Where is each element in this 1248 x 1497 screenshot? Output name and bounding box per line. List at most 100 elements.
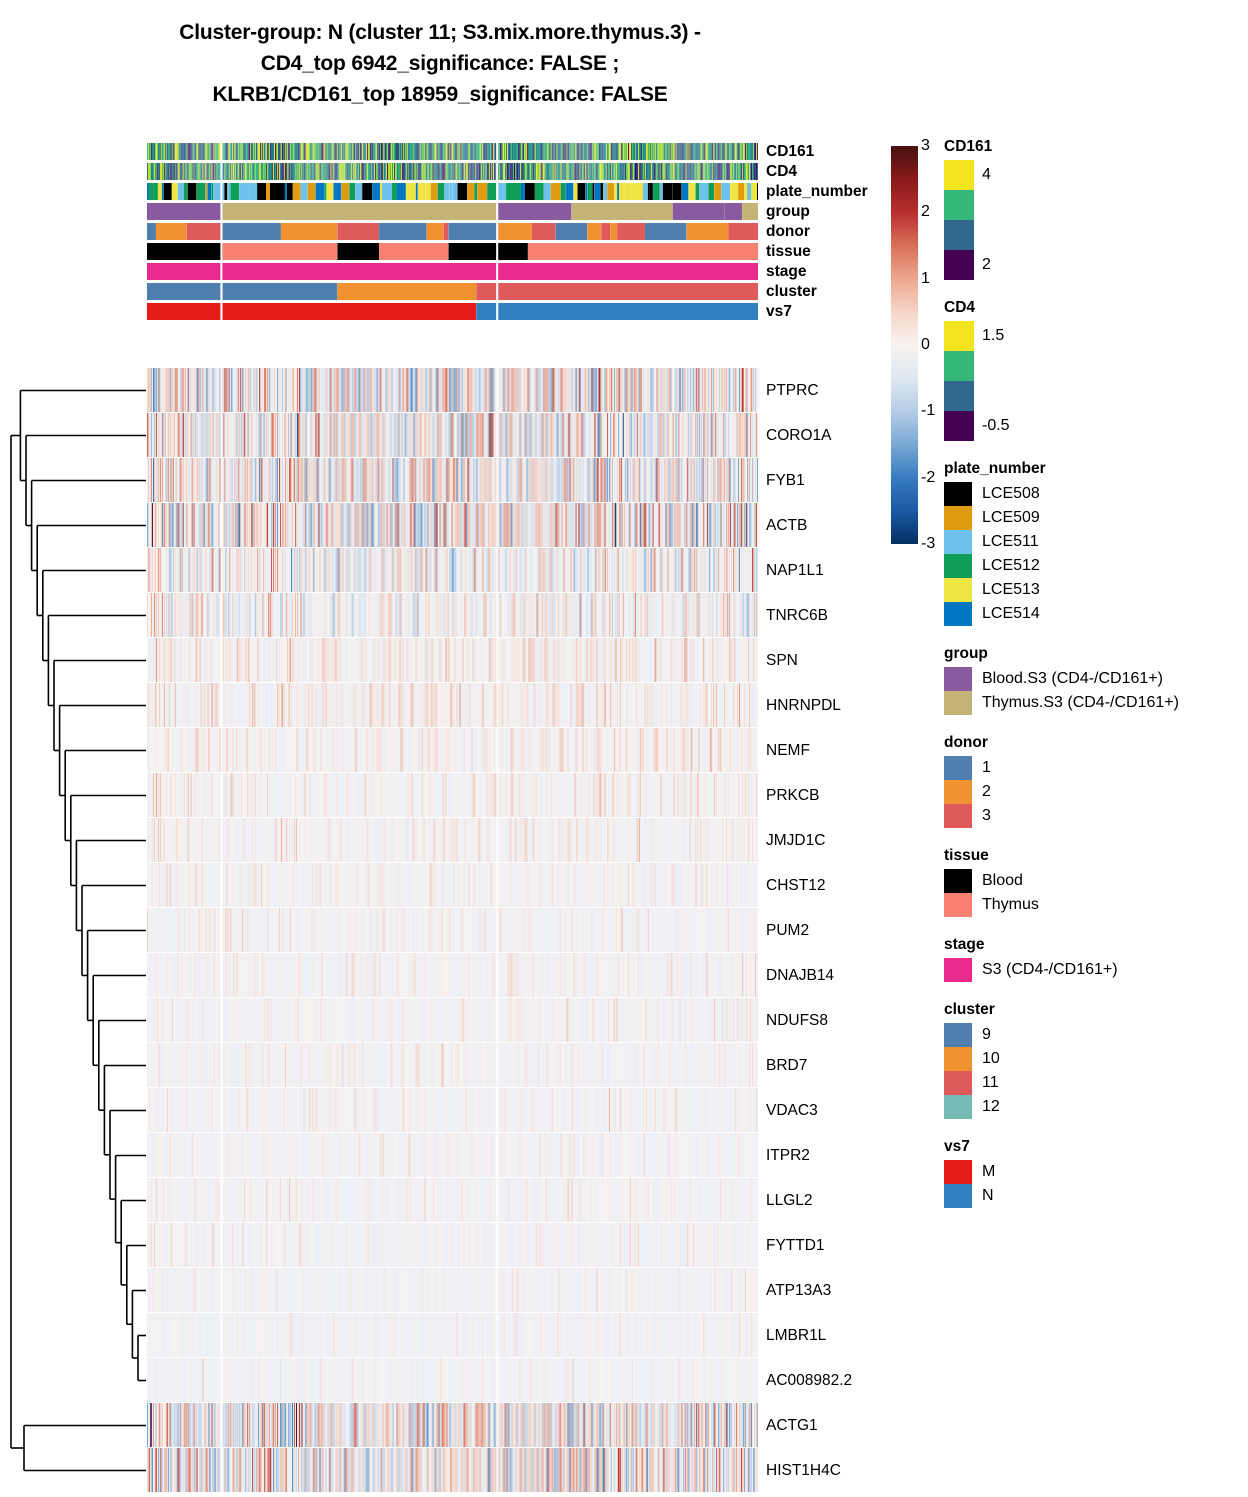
legend-item-label: Thymus.S3 (CD4-/CD161+) <box>982 694 1179 711</box>
legend-item-label: S3 (CD4-/CD161+) <box>982 961 1118 978</box>
legend-swatch <box>944 602 972 626</box>
legend-item: 2 <box>944 780 1244 804</box>
legend-title-plate_number: plate_number <box>944 460 1046 477</box>
legend-swatch <box>944 220 974 250</box>
legend-swatch <box>944 1095 972 1119</box>
heatmap-row-label: TNRC6B <box>766 606 829 624</box>
legend-block-vs7: vs7 M N <box>944 1138 1244 1208</box>
legend-block-donor: donor 1 2 3 <box>944 734 1244 828</box>
annotation-track-label-group: group <box>766 203 810 220</box>
heatmap-row-label: JMJD1C <box>766 831 826 849</box>
legend-title-stage: stage <box>944 936 985 953</box>
heatmap-row-label: DNAJB14 <box>766 966 835 984</box>
legend-swatch <box>944 482 972 506</box>
legend-swatch <box>944 351 974 381</box>
legend-item: 1 <box>944 756 1244 780</box>
colorbar-tick-label: 2 <box>921 203 930 221</box>
legend-title-cluster: cluster <box>944 1001 995 1018</box>
annotation-track-strip-stage <box>147 263 758 280</box>
heatmap-colorbar <box>891 146 918 544</box>
legend-item-label: LCE512 <box>982 557 1040 574</box>
legend-item-label: LCE511 <box>982 533 1039 550</box>
legend-swatch <box>944 756 972 780</box>
legend-item-label: 10 <box>982 1050 1000 1067</box>
heatmap-row-label: SPN <box>766 651 798 669</box>
legend-item-label: LCE513 <box>982 581 1040 598</box>
page-title: Cluster-group: N (cluster 11; S3.mix.mor… <box>0 18 880 111</box>
heatmap-row-label: AC008982.2 <box>766 1371 853 1389</box>
legend-title-vs7: vs7 <box>944 1138 970 1155</box>
legend-title-group: group <box>944 645 988 662</box>
title-line-3: KLRB1/CD161_top 18959_significance: FALS… <box>212 82 668 106</box>
legend-item-label: 3 <box>982 807 991 824</box>
legend-swatch <box>944 1160 972 1184</box>
legend-swatch <box>944 804 972 828</box>
legend-swatch <box>944 250 974 280</box>
colorbar-tick-label: -1 <box>921 402 936 420</box>
annotation-track-label-cluster: cluster <box>766 283 817 300</box>
legend-item: LCE511 <box>944 530 1244 554</box>
heatmap-row-label: BRD7 <box>766 1056 808 1074</box>
legend-item: Blood <box>944 869 1244 893</box>
annotation-track-strip-group <box>147 203 758 220</box>
annotation-track-label-CD4: CD4 <box>766 163 798 180</box>
legend-swatch <box>944 578 972 602</box>
legend-swatch <box>944 321 974 351</box>
legend-item: Blood.S3 (CD4-/CD161+) <box>944 667 1244 691</box>
legend-item: Thymus.S3 (CD4-/CD161+) <box>944 691 1244 715</box>
legend-swatch <box>944 530 972 554</box>
legend-swatch <box>944 691 972 715</box>
heatmap-row-label: PUM2 <box>766 921 810 939</box>
legend-swatch <box>944 780 972 804</box>
legend-title-tissue: tissue <box>944 847 989 864</box>
annotation-track-strip-donor <box>147 223 758 240</box>
legend-swatch <box>944 869 972 893</box>
annotation-track-label-tissue: tissue <box>766 243 811 260</box>
annotation-track-stage: stage <box>147 263 807 280</box>
annotation-track-label-CD161: CD161 <box>766 143 815 160</box>
legend-title-cd4: CD4 <box>944 299 976 316</box>
legend-tick-label: 4 <box>982 166 991 183</box>
legend-swatch <box>944 1184 972 1208</box>
colorbar-tick-label: 3 <box>921 137 930 154</box>
heatmap-row-label: NEMF <box>766 741 810 759</box>
heatmap-row-label: PRKCB <box>766 786 820 804</box>
legend-item: LCE514 <box>944 602 1244 626</box>
annotation-track-strip-vs7 <box>147 303 758 320</box>
heatmap-row-labels: PTPRC CORO1A FYB1 ACTB NAP1L1 TNRC6B SPN HNRNPD… <box>766 368 946 1493</box>
legend-item: LCE512 <box>944 554 1244 578</box>
legend-item: 9 <box>944 1023 1244 1047</box>
legend-tick-label: -0.5 <box>982 417 1010 434</box>
legend-item-label: Thymus <box>982 896 1039 913</box>
heatmap-row-label: ATP13A3 <box>766 1281 832 1299</box>
legend-items-donor: 1 2 3 <box>944 756 1244 828</box>
annotation-track-tissue: tissue <box>147 243 811 260</box>
legend-item: N <box>944 1184 1244 1208</box>
annotation-track-label-donor: donor <box>766 223 810 240</box>
annotation-track-strip-plate_number <box>147 183 758 200</box>
heatmap-row-label: ACTG1 <box>766 1416 818 1434</box>
annotation-track-CD161: CD161 <box>147 143 814 160</box>
annotation-track-strip-CD4 <box>147 163 758 180</box>
legend-swatch <box>944 958 972 982</box>
annotation-track-group: group <box>147 203 810 220</box>
legend-swatch <box>944 1023 972 1047</box>
legend-item-label: 12 <box>982 1098 1000 1115</box>
legend-swatch <box>944 893 972 917</box>
legend-item-label: 11 <box>982 1074 999 1091</box>
heatmap-row-label: NDUFS8 <box>766 1011 829 1029</box>
legend-item: Thymus <box>944 893 1244 917</box>
legend-item-label: Blood <box>982 872 1023 889</box>
legend-item: 11 <box>944 1071 1244 1095</box>
legend-swatch <box>944 411 974 441</box>
annotation-track-label-plate_number: plate_number <box>766 183 868 200</box>
annotation-track-strip-cluster <box>147 283 758 300</box>
heatmap-row-label: FYTTD1 <box>766 1236 825 1254</box>
annotation-track-label-stage: stage <box>766 263 807 280</box>
annotation-track-plate_number: plate_number <box>147 183 868 200</box>
heatmap-row-label: LMBR1L <box>766 1326 827 1344</box>
legend-tick-label: 2 <box>982 256 991 273</box>
legend-gradient-cd161: 42 <box>944 160 991 280</box>
legend-item-label: 2 <box>982 783 991 800</box>
legend-swatch <box>944 1047 972 1071</box>
